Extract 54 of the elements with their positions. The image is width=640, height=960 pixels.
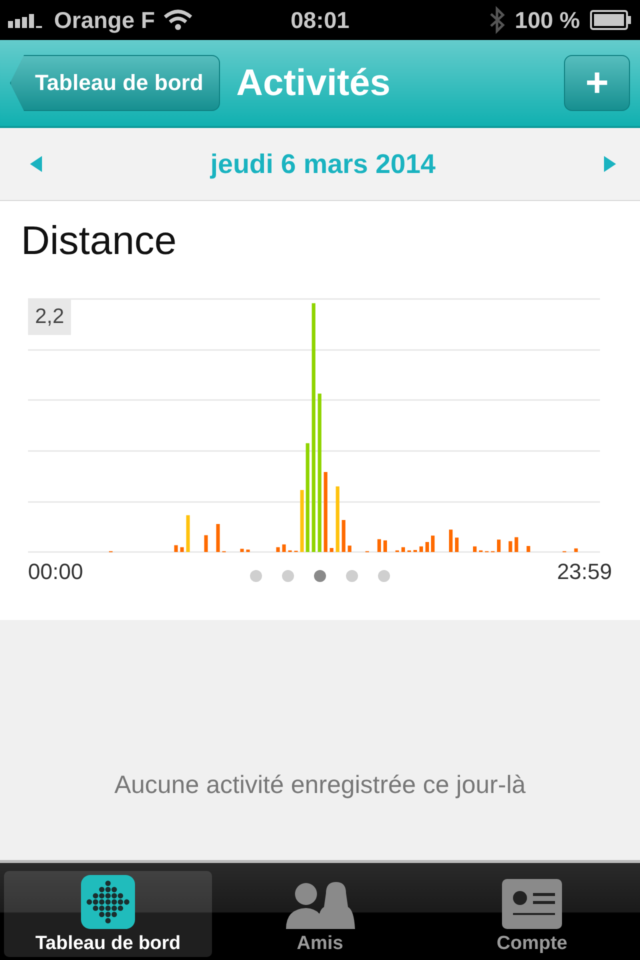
x-axis-end-label: 23:59 bbox=[556, 559, 612, 585]
chart-bar bbox=[473, 546, 477, 552]
chart-bar bbox=[401, 547, 405, 552]
chart-bar bbox=[204, 535, 208, 552]
chart-bar bbox=[282, 544, 286, 552]
page-dot[interactable] bbox=[346, 570, 358, 582]
chart-bar bbox=[431, 536, 435, 552]
tab-bar-item[interactable]: Tableau de bord bbox=[4, 871, 212, 957]
bluetooth-icon bbox=[488, 6, 505, 34]
chart-bar bbox=[330, 548, 334, 552]
y-axis-max-label: 2,2 bbox=[28, 299, 72, 335]
page-dot[interactable] bbox=[250, 570, 262, 582]
chart-bar bbox=[449, 530, 453, 552]
chart-title: Distance bbox=[21, 219, 178, 264]
chart-bar bbox=[276, 547, 280, 552]
chart-bar bbox=[246, 550, 250, 552]
tab-bar-item[interactable]: Compte bbox=[428, 871, 636, 957]
clock-time: 08:01 bbox=[290, 6, 350, 32]
page-dot[interactable] bbox=[282, 570, 294, 582]
empty-message: Aucune activité enregistrée ce jour-là bbox=[114, 771, 526, 800]
tab-bar-item[interactable]: Amis bbox=[216, 871, 424, 957]
people-icon bbox=[284, 879, 356, 929]
chart-bar bbox=[383, 540, 387, 552]
chart-bar bbox=[425, 542, 429, 552]
chart-bar bbox=[336, 486, 340, 552]
chart-bar bbox=[514, 537, 518, 552]
chart-bar bbox=[455, 538, 459, 552]
chart-bar bbox=[508, 541, 512, 552]
previous-arrow-icon[interactable] bbox=[28, 155, 44, 173]
chart-bar bbox=[574, 548, 578, 552]
chart-bar bbox=[216, 524, 220, 552]
dashboard-icon bbox=[81, 875, 135, 929]
carrier-name: Orange F bbox=[54, 6, 155, 34]
page-dot[interactable] bbox=[314, 570, 326, 582]
chart-bar bbox=[348, 546, 352, 552]
chart-bar bbox=[377, 539, 381, 552]
chart-bar bbox=[497, 540, 501, 552]
x-axis-start-label: 00:00 bbox=[28, 559, 84, 585]
battery-percent: 100 % bbox=[514, 6, 580, 34]
wifi-icon bbox=[162, 9, 193, 31]
id-card-icon bbox=[502, 879, 562, 929]
page-dot[interactable] bbox=[378, 570, 390, 582]
chart-bar bbox=[180, 547, 184, 552]
chart-bar bbox=[240, 548, 244, 552]
chart-bar bbox=[186, 515, 190, 552]
chart-bar bbox=[174, 545, 178, 552]
chart-bar bbox=[342, 520, 346, 552]
battery-icon bbox=[590, 10, 632, 30]
chart-bar bbox=[526, 546, 530, 552]
date-label: jeudi 6 mars 2014 bbox=[210, 148, 436, 180]
page-title: Activités bbox=[236, 62, 392, 104]
chart-bar bbox=[419, 546, 423, 552]
chart-bar bbox=[300, 490, 304, 552]
next-arrow-icon[interactable] bbox=[602, 155, 618, 173]
